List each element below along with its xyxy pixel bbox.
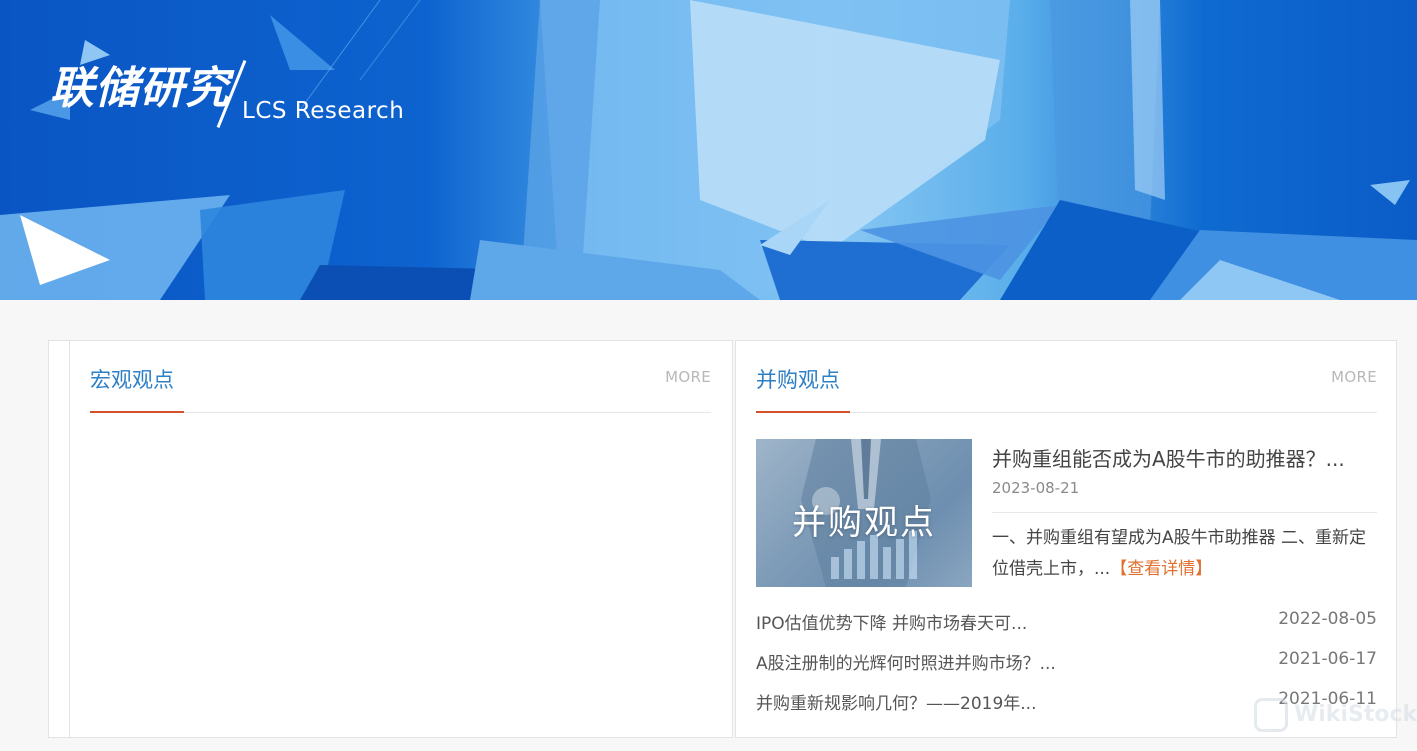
watermark-logo-icon (1254, 698, 1288, 732)
feature-divider (992, 512, 1377, 513)
feature-thumbnail[interactable]: 并购观点 (756, 439, 972, 587)
ma-views-panel: 并购观点 MORE 并购观点 并购重组能否成为A股牛市的助推器？... 2023… (735, 340, 1397, 738)
news-title[interactable]: 并购重新规影响几何？——2019年... (756, 689, 1036, 714)
news-date: 2021-06-17 (1278, 649, 1377, 669)
thumbnail-label: 并购观点 (792, 503, 936, 543)
view-details-link[interactable]: 【查看详情】 (1110, 559, 1212, 579)
feature-title[interactable]: 并购重组能否成为A股牛市的助推器？... (992, 443, 1377, 472)
macro-views-panel: 宏观观点 MORE (48, 340, 733, 738)
news-date: 2022-08-05 (1278, 609, 1377, 629)
brand-name-en: LCS Research (242, 98, 405, 124)
feature-summary: 一、并购重组有望成为A股牛市助推器 二、重新定位借壳上市，...【查看详情】 (992, 523, 1377, 585)
list-item[interactable]: IPO估值优势下降 并购市场春天可... 2022-08-05 (756, 606, 1377, 646)
watermark-text: WikiStock (1294, 702, 1417, 727)
feature-article: 并购观点 并购重组能否成为A股牛市的助推器？... 2023-08-21 一、并… (756, 439, 1377, 589)
watermark: WikiStock (1254, 696, 1417, 738)
panel-header: 并购观点 MORE (756, 341, 1377, 413)
news-title[interactable]: A股注册制的光辉何时照进并购市场？... (756, 649, 1056, 674)
more-link-macro[interactable]: MORE (665, 368, 711, 386)
feature-date: 2023-08-21 (992, 479, 1080, 497)
header-banner: 联储研究 LCS Research (0, 0, 1417, 300)
brand-name-cn: 联储研究 (50, 63, 230, 114)
banner-geometric-background (0, 0, 1417, 300)
panel-title-ma[interactable]: 并购观点 (756, 364, 840, 394)
panel-divider (69, 340, 70, 738)
title-underline (756, 411, 850, 413)
news-title[interactable]: IPO估值优势下降 并购市场春天可... (756, 609, 1027, 634)
more-link-ma[interactable]: MORE (1331, 368, 1377, 386)
list-item[interactable]: A股注册制的光辉何时照进并购市场？... 2021-06-17 (756, 646, 1377, 686)
panel-title-macro[interactable]: 宏观观点 (90, 364, 174, 394)
title-underline (90, 411, 184, 413)
panel-header: 宏观观点 MORE (90, 341, 711, 413)
